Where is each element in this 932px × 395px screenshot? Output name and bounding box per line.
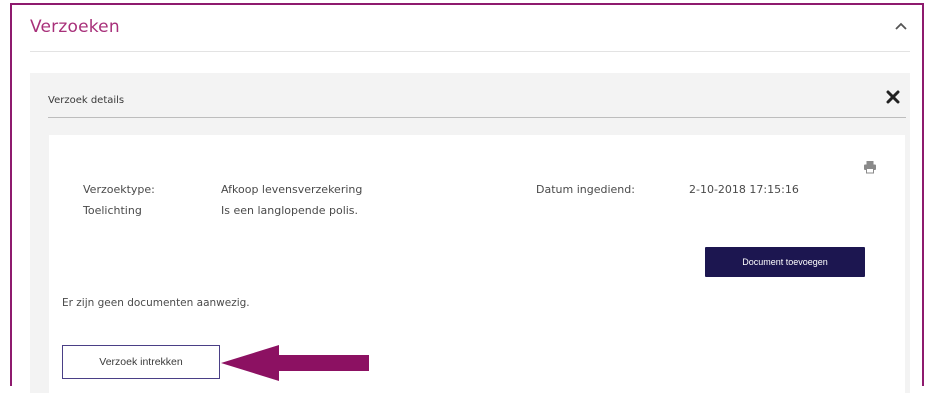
- details-card: Verzoektype: Afkoop levensverzekering To…: [49, 135, 905, 395]
- print-button[interactable]: [863, 159, 877, 174]
- submitted-date-value: 2-10-2018 17:15:16: [689, 183, 799, 196]
- details-title: Verzoek details: [48, 95, 125, 106]
- submitted-date-label: Datum ingediend:: [536, 183, 635, 196]
- add-document-button[interactable]: Document toevoegen: [705, 247, 865, 277]
- request-type-label: Verzoektype:: [83, 183, 155, 196]
- no-documents-message: Er zijn geen documenten aanwezig.: [62, 297, 250, 309]
- pointer-arrow-icon: [221, 345, 369, 381]
- request-details-panel: Verzoek details Verzoektype: Afkoop leve…: [30, 73, 910, 395]
- close-icon: [886, 90, 900, 104]
- withdraw-request-button[interactable]: Verzoek intrekken: [62, 345, 220, 379]
- note-label: Toelichting: [83, 204, 142, 217]
- note-value: Is een langlopende polis.: [221, 204, 359, 217]
- collapse-button[interactable]: [892, 17, 910, 35]
- request-type-value: Afkoop levensverzekering: [221, 183, 363, 196]
- section-title: Verzoeken: [30, 17, 120, 37]
- requests-frame: Verzoeken Verzoek details Verzoektype: A…: [10, 3, 924, 395]
- requests-header: Verzoeken: [30, 5, 910, 52]
- printer-icon: [864, 161, 876, 174]
- close-button[interactable]: [882, 86, 904, 108]
- chevron-up-icon: [895, 22, 907, 30]
- details-divider: [48, 117, 906, 118]
